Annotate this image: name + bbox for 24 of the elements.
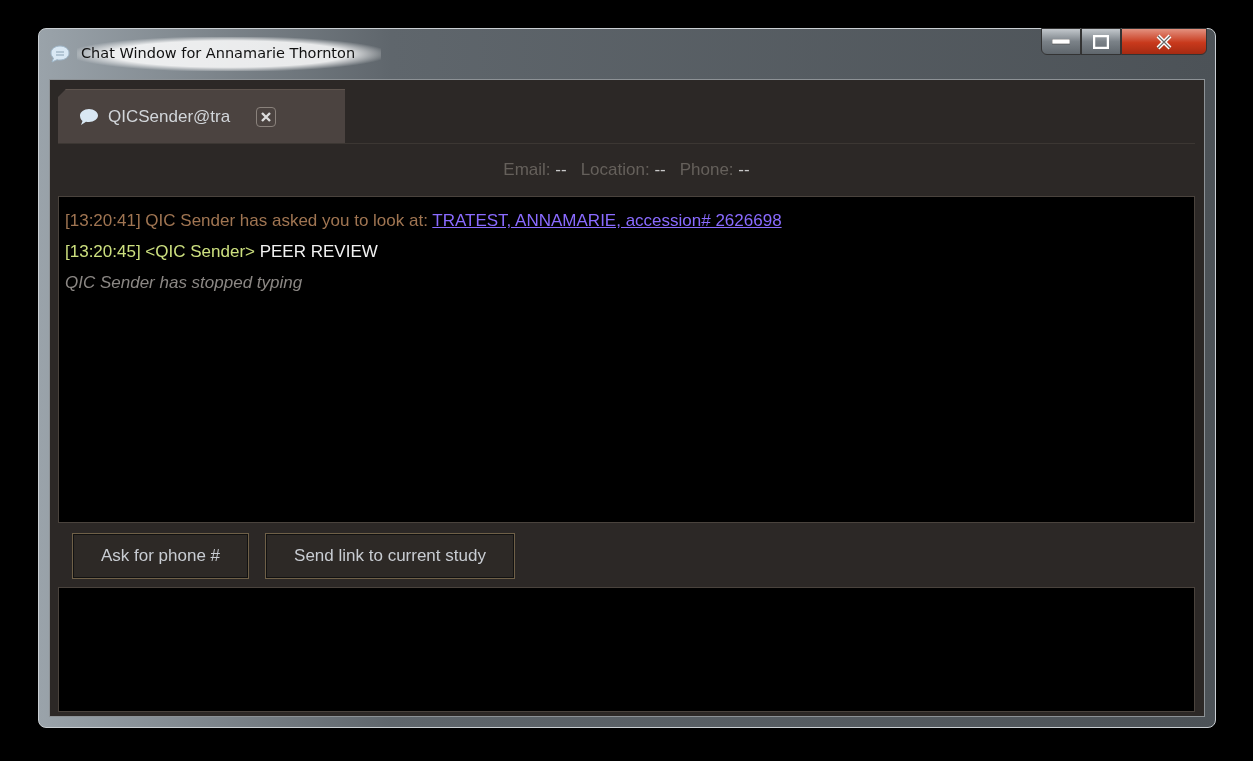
maximize-button[interactable] [1081,28,1121,55]
action-button[interactable]: Ask for phone # [72,533,250,579]
close-icon [1155,33,1173,50]
field-value: -- [654,160,666,180]
chat-message: [13:20:45] <QIC Sender> PEER REVIEW [65,241,379,263]
chat-bubble-icon [78,107,100,126]
close-button[interactable] [1121,28,1207,55]
chat-bubble-icon [49,44,71,64]
action-button[interactable]: Send link to current study [265,533,515,579]
typing-status: QIC Sender has stopped typing [65,272,304,294]
system-message: [13:20:41] QIC Sender has asked you to look at: TRATEST, ANNAMARIE, accession# 2626698 [65,210,783,232]
minimize-button[interactable] [1041,28,1081,55]
chat-tab[interactable]: QICSender@tra [58,89,345,143]
tab-close-icon[interactable] [256,106,277,127]
field-value: -- [738,160,750,180]
field-label: Phone: [679,160,734,180]
field-label: Location: [580,160,650,180]
message-input[interactable] [58,587,1195,712]
field-label: Email: [503,160,551,180]
field-value: -- [555,160,567,180]
maximize-icon [1093,34,1109,49]
study-link[interactable]: TRATEST, ANNAMARIE, accession# 2626698 [432,211,782,230]
minimize-icon [1052,38,1070,45]
window-title: Chat Window for Annamarie Thornton [77,37,382,71]
